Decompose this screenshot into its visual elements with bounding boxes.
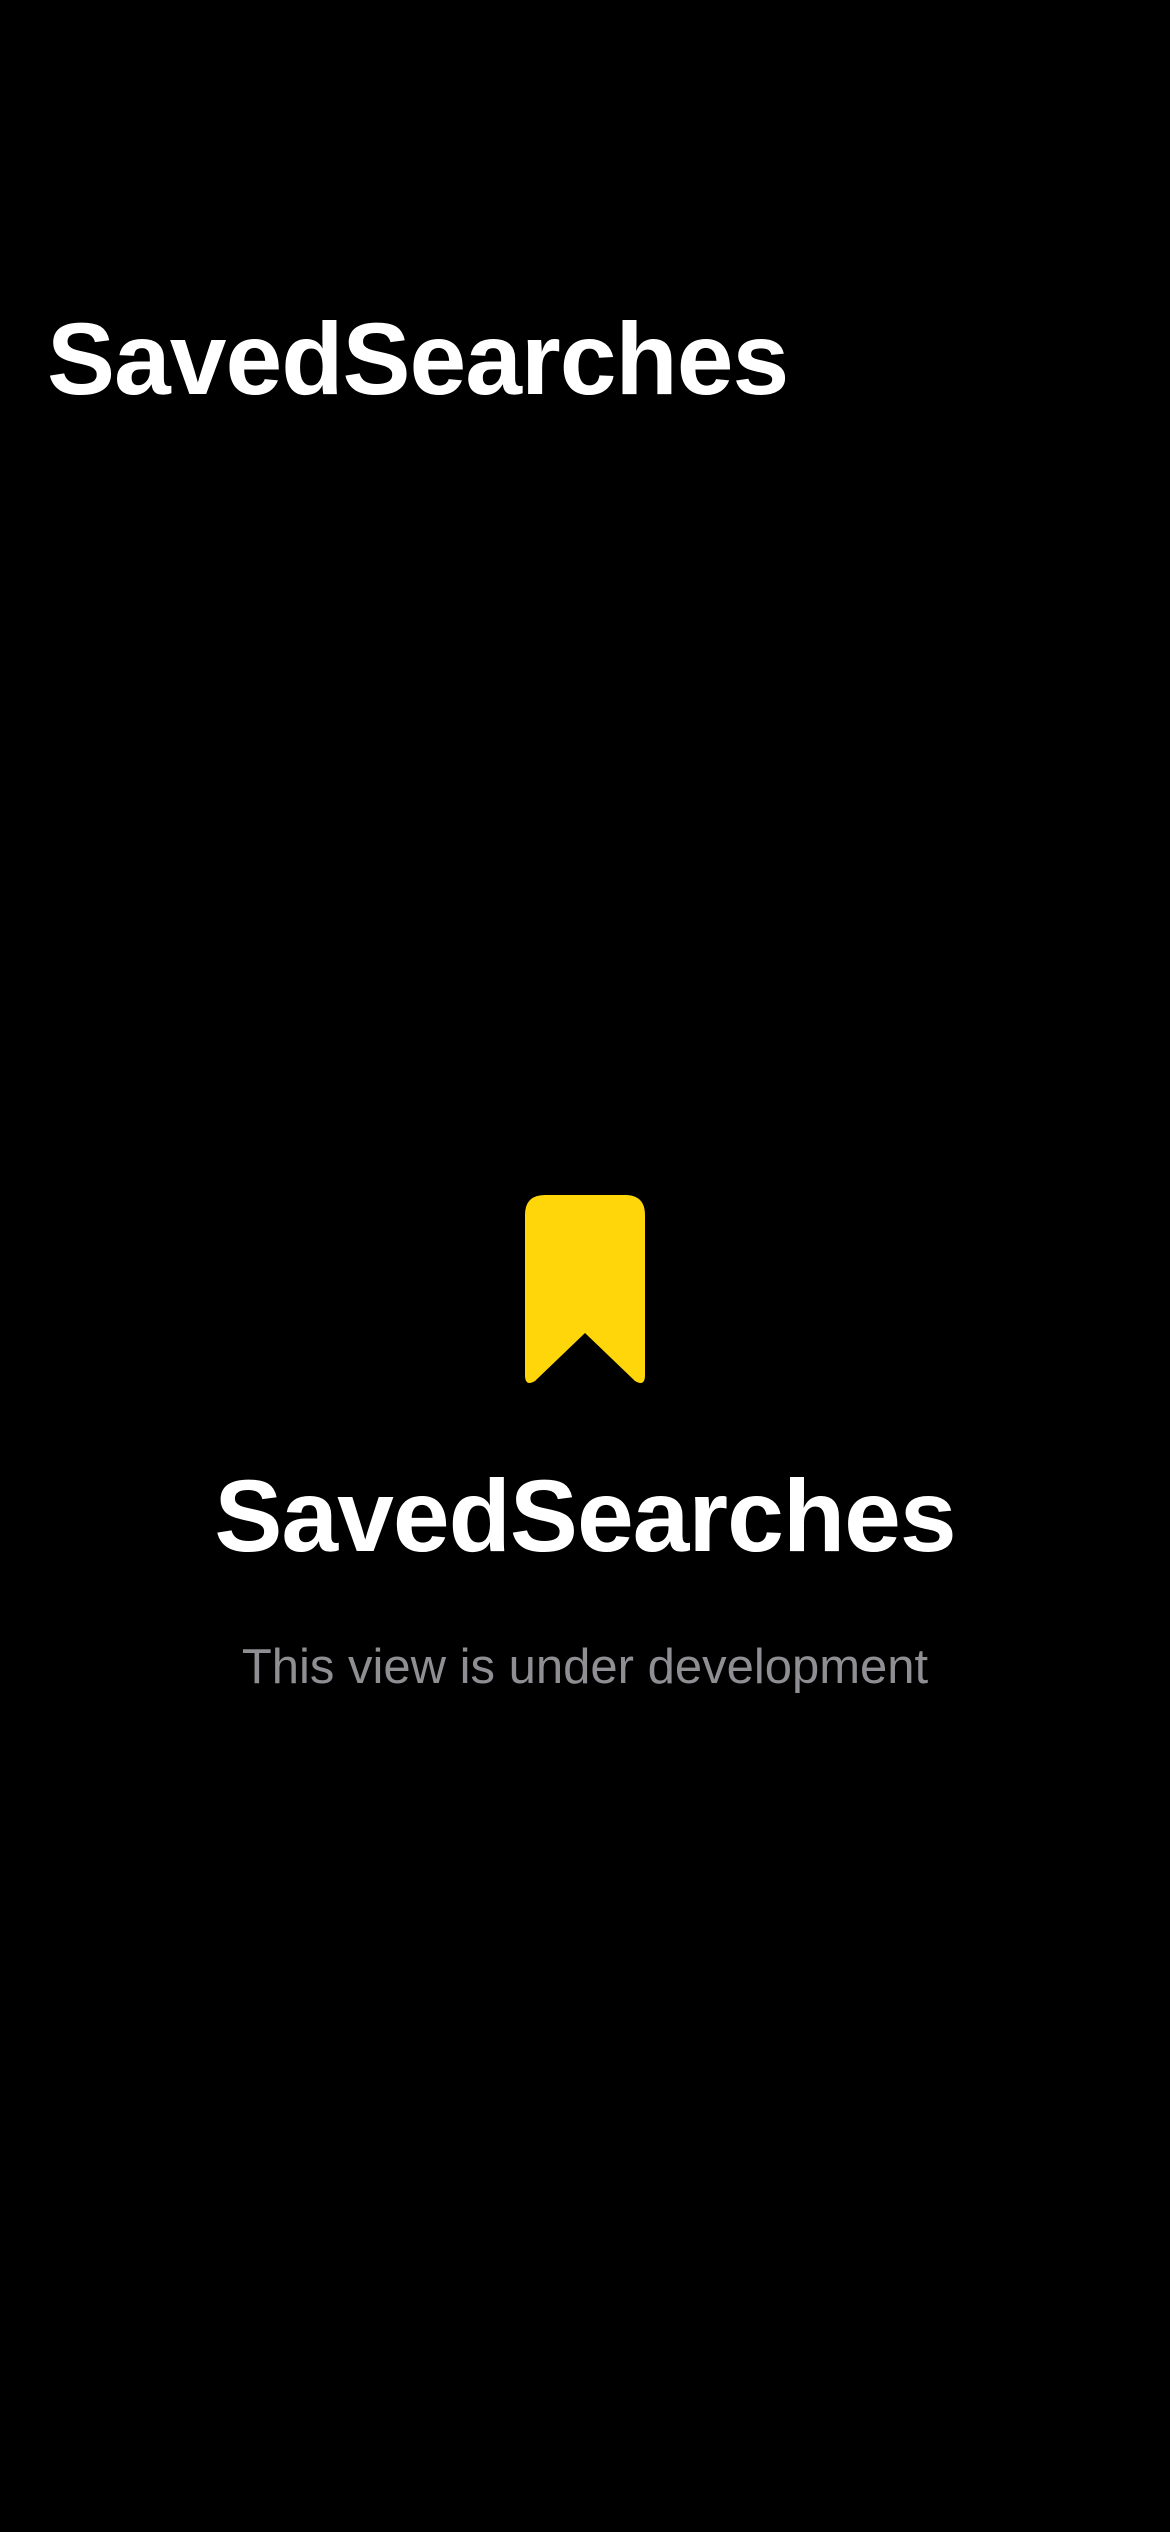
empty-state-subtitle: This view is under development: [241, 1640, 929, 1694]
empty-state-title: SavedSearches: [214, 1459, 956, 1573]
saved-searches-screen: SavedSearches SavedSearches This view is…: [0, 0, 1170, 2532]
bookmark-icon: [525, 1195, 645, 1383]
bookmark-icon-shape: [525, 1195, 645, 1383]
page-title: SavedSearches: [47, 302, 789, 416]
empty-state: SavedSearches This view is under develop…: [0, 1195, 1170, 1692]
